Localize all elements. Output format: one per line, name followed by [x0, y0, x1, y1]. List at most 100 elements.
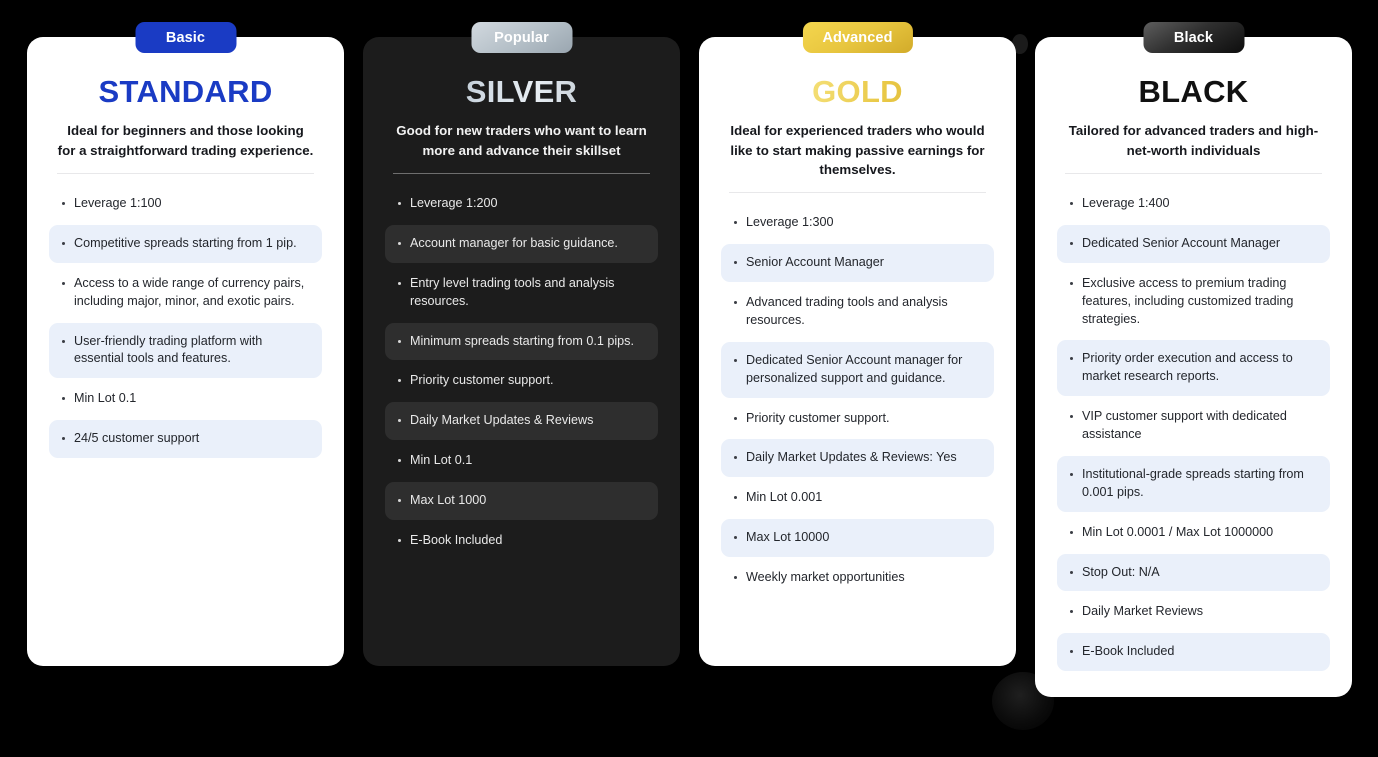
- feature-label: Max Lot 10000: [746, 530, 830, 545]
- feature-item: Entry level trading tools and analysis r…: [385, 265, 658, 321]
- feature-label: Max Lot 1000: [410, 493, 487, 507]
- plan-divider: [729, 192, 986, 194]
- feature-label: VIP customer support with dedicated assi…: [1082, 409, 1287, 441]
- pricing-card-gold: Advanced GOLD Ideal for experienced trader…: [699, 22, 1016, 697]
- feature-item: Min Lot 0.0001 / Max Lot 1000000: [1057, 514, 1330, 552]
- feature-label: Senior Account Manager: [746, 255, 884, 270]
- feature-list: Leverage 1:300 Senior Account Manager Adva…: [721, 204, 994, 597]
- feature-label: Daily Market Reviews: [1082, 604, 1204, 619]
- plan-badge[interactable]: Black: [1143, 22, 1244, 53]
- feature-item: Min Lot 0.1: [49, 380, 322, 418]
- bullet-icon: [62, 339, 65, 343]
- feature-item: Institutional-grade spreads starting fro…: [1057, 455, 1330, 512]
- bullet-icon: [398, 499, 401, 502]
- feature-label: Priority order execution and access to m…: [1082, 351, 1293, 384]
- feature-label: Min Lot 0.1: [74, 391, 137, 406]
- feature-label: Advanced trading tools and analysis reso…: [746, 295, 948, 327]
- plan-badge[interactable]: Advanced: [802, 22, 913, 53]
- bullet-icon: [1070, 357, 1073, 361]
- feature-label: Institutional-grade spreads starting fro…: [1082, 466, 1304, 499]
- bullet-icon: [1070, 281, 1073, 285]
- feature-item: Min Lot 0.001: [721, 479, 994, 517]
- pricing-plans-board: Basic STANDARD Ideal for beginners and tho…: [0, 0, 1378, 757]
- bullet-icon: [398, 538, 401, 542]
- feature-item: Competitive spreads starting from 1 pip.: [49, 224, 322, 263]
- bullet-icon: [734, 358, 737, 362]
- feature-item: Leverage 1:400: [1057, 185, 1330, 223]
- pricing-card-silver: Popular SILVER Good for new traders who wa…: [363, 22, 680, 697]
- feature-list: Leverage 1:400 Dedicated Senior Account M…: [1057, 185, 1330, 672]
- plan-card-body: BLACK Tailored for advanced traders and h…: [1035, 37, 1352, 698]
- feature-label: Minimum spreads starting from 0.1 pips.: [410, 333, 634, 348]
- feature-label: Weekly market opportunities: [746, 570, 905, 585]
- bullet-icon: [734, 496, 737, 500]
- feature-label: Min Lot 0.001: [746, 490, 823, 505]
- feature-item: Stop Out: N/A: [1057, 553, 1330, 592]
- feature-label: Min Lot 0.0001 / Max Lot 1000000: [1082, 524, 1274, 539]
- bullet-icon: [734, 261, 737, 265]
- bullet-icon: [1070, 202, 1073, 205]
- pricing-cards-row: Basic STANDARD Ideal for beginners and tho…: [0, 22, 1378, 698]
- feature-label: Account manager for basic guidance.: [410, 235, 618, 250]
- feature-item: Leverage 1:100: [49, 185, 322, 223]
- feature-label: Competitive spreads starting from 1 pip.: [74, 235, 297, 250]
- feature-item: Leverage 1:300: [721, 204, 994, 242]
- feature-label: Priority customer support.: [746, 410, 890, 425]
- plan-title: GOLD: [721, 75, 994, 109]
- plan-badge[interactable]: Popular: [471, 22, 572, 53]
- plan-description: Tailored for advanced traders and high-n…: [1068, 123, 1319, 158]
- plan-card-body: STANDARD Ideal for beginners and those lo…: [27, 37, 344, 666]
- feature-item: User-friendly trading platform with esse…: [49, 322, 322, 379]
- feature-item: Priority customer support.: [721, 400, 994, 438]
- feature-item: Daily Market Updates & Reviews: Yes: [721, 439, 994, 478]
- bullet-icon: [1070, 610, 1073, 614]
- feature-item: Priority order execution and access to m…: [1057, 340, 1330, 397]
- feature-item: Daily Market Reviews: [1057, 593, 1330, 631]
- plan-badge[interactable]: Basic: [135, 22, 236, 53]
- plan-divider: [57, 173, 314, 174]
- bullet-icon: [62, 397, 65, 401]
- bullet-icon: [398, 339, 401, 343]
- plan-description: Ideal for experienced traders who would …: [730, 123, 985, 177]
- feature-label: Min Lot 0.1: [410, 453, 473, 468]
- feature-item: Daily Market Updates & Reviews: [385, 402, 658, 441]
- feature-label: Stop Out: N/A: [1082, 564, 1160, 579]
- feature-item: Account manager for basic guidance.: [385, 224, 658, 263]
- feature-list: Leverage 1:100 Competitive spreads starti…: [49, 185, 322, 458]
- plan-description: Good for new traders who want to learn m…: [396, 123, 647, 158]
- feature-label: Daily Market Updates & Reviews: Yes: [746, 450, 957, 465]
- feature-item: Dedicated Senior Account Manager: [1057, 224, 1330, 263]
- feature-label: Leverage 1:400: [1082, 196, 1170, 210]
- plan-card-body: GOLD Ideal for experienced traders who wo…: [699, 37, 1016, 666]
- bullet-icon: [62, 437, 65, 441]
- feature-item: E-Book Included: [385, 522, 658, 560]
- feature-list: Leverage 1:200 Account manager for basic …: [385, 185, 658, 560]
- plan-title: SILVER: [385, 75, 658, 109]
- feature-label: Dedicated Senior Account Manager: [1082, 235, 1281, 250]
- feature-label: E-Book Included: [410, 532, 503, 547]
- plan-title: STANDARD: [98, 74, 273, 109]
- bullet-icon: [398, 241, 401, 245]
- feature-label: Access to a wide range of currency pairs…: [74, 275, 305, 308]
- bullet-icon: [734, 301, 737, 305]
- feature-item: Exclusive access to premium trading feat…: [1057, 265, 1330, 339]
- feature-item: Max Lot 10000: [721, 519, 994, 558]
- plan-divider: [1065, 173, 1322, 174]
- feature-label: Leverage 1:100: [74, 196, 162, 210]
- bullet-icon: [734, 536, 737, 540]
- bullet-icon: [1070, 530, 1073, 534]
- bullet-icon: [1070, 241, 1073, 245]
- feature-item: Priority customer support.: [385, 362, 658, 400]
- feature-label: Leverage 1:200: [410, 196, 498, 210]
- feature-label: Priority customer support.: [410, 373, 554, 388]
- plan-divider: [393, 173, 650, 174]
- feature-item: Minimum spreads starting from 0.1 pips.: [385, 322, 658, 361]
- feature-label: Daily Market Updates & Reviews: [410, 413, 594, 428]
- pricing-card-standard: Basic STANDARD Ideal for beginners and tho…: [27, 22, 344, 697]
- feature-label: E-Book Included: [1082, 644, 1175, 659]
- feature-item: E-Book Included: [1057, 633, 1330, 672]
- bullet-icon: [1070, 415, 1073, 419]
- bullet-icon: [398, 419, 401, 423]
- feature-label: 24/5 customer support: [74, 431, 200, 446]
- feature-item: Senior Account Manager: [721, 244, 994, 283]
